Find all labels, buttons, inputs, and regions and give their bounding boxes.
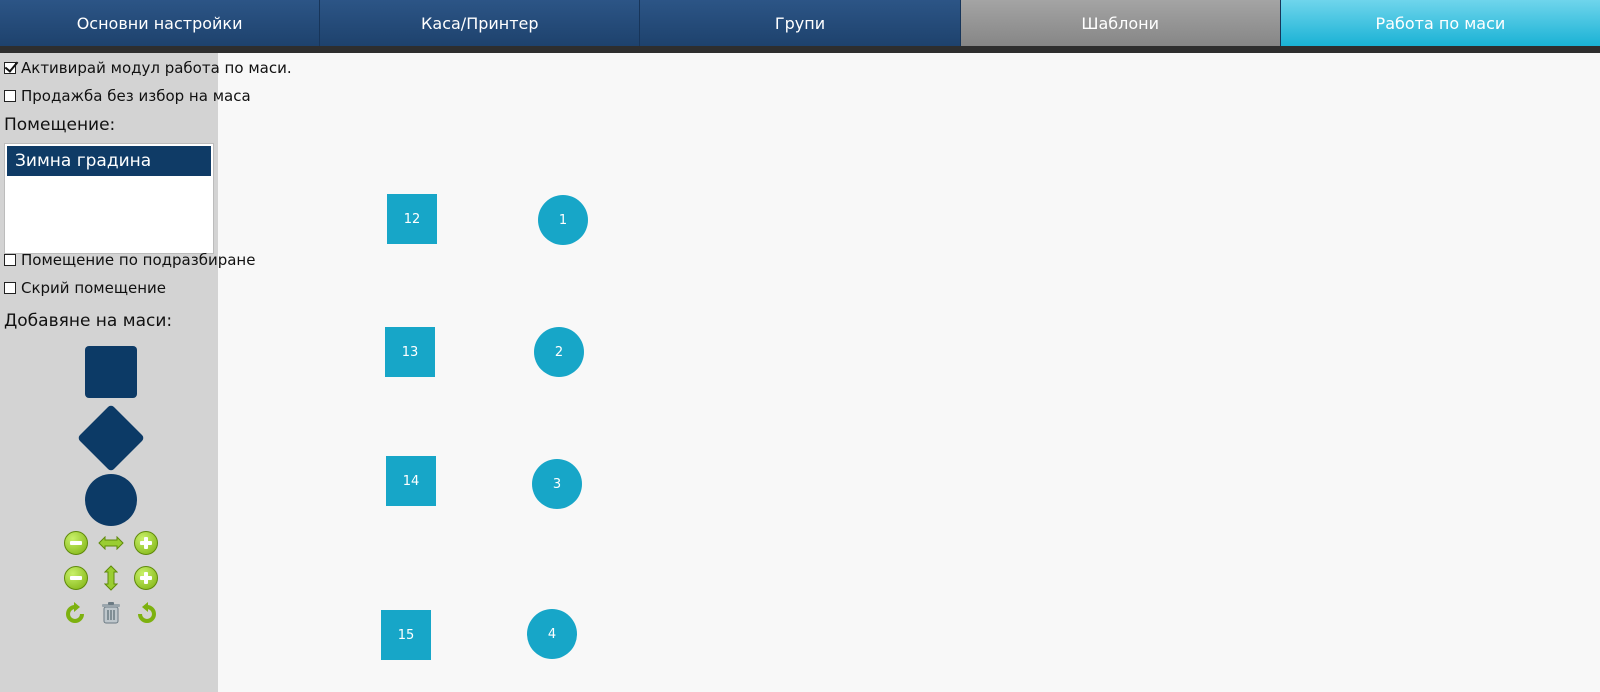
room-listbox[interactable]: Зимна градина: [4, 143, 214, 254]
checkbox-empty-icon[interactable]: [4, 254, 16, 266]
horizontal-resize-icon: [98, 530, 124, 556]
add-round-table-shape[interactable]: [85, 474, 137, 526]
table-square-12[interactable]: 12: [387, 194, 437, 244]
room-floor-canvas[interactable]: 12 13 14 15 1 2 3 4: [218, 53, 1600, 692]
table-square-13[interactable]: 13: [385, 327, 435, 377]
hide-room-label: Скрий помещение: [21, 279, 166, 297]
room-label: Помещение:: [4, 115, 116, 135]
table-round-2[interactable]: 2: [534, 327, 584, 377]
tab-table-work[interactable]: Работа по маси: [1280, 0, 1600, 46]
room-list-item-selected[interactable]: Зимна градина: [7, 146, 211, 176]
rotate-right-button[interactable]: [133, 600, 159, 626]
rotate-left-icon: [66, 602, 84, 623]
plus-icon: [134, 566, 158, 590]
trash-icon: [102, 602, 120, 624]
checkbox-empty-icon[interactable]: [4, 90, 16, 102]
tab-templates[interactable]: Шаблони: [960, 0, 1281, 46]
add-tables-label: Добавяне на маси:: [4, 311, 173, 331]
table-round-4[interactable]: 4: [527, 609, 577, 659]
vertical-resize-icon: [98, 565, 124, 591]
increase-width-button[interactable]: [133, 530, 159, 556]
minus-icon: [64, 531, 88, 555]
decrease-height-button[interactable]: [63, 565, 89, 591]
sale-without-table-checkbox[interactable]: Продажба без избор на маса: [4, 86, 251, 106]
rotate-right-icon: [138, 602, 156, 623]
add-square-table-shape[interactable]: [85, 346, 137, 398]
table-square-14[interactable]: 14: [386, 456, 436, 506]
checkbox-checked-icon[interactable]: [4, 62, 16, 74]
tab-basic-settings[interactable]: Основни настройки: [0, 0, 321, 46]
increase-height-button[interactable]: [133, 565, 159, 591]
hide-room-checkbox[interactable]: Скрий помещение: [4, 278, 166, 298]
delete-table-button[interactable]: [98, 600, 124, 626]
tab-underline: [0, 46, 1600, 53]
table-round-3[interactable]: 3: [532, 459, 582, 509]
table-square-15[interactable]: 15: [381, 610, 431, 660]
tab-groups[interactable]: Групи: [640, 0, 961, 46]
decrease-width-button[interactable]: [63, 530, 89, 556]
tab-cash-printer[interactable]: Каса/Принтер: [320, 0, 641, 46]
top-tab-bar: Основни настройки Каса/Принтер Групи Шаб…: [0, 0, 1600, 46]
sale-without-table-label: Продажба без избор на маса: [21, 87, 251, 105]
minus-icon: [64, 566, 88, 590]
rotate-left-button[interactable]: [63, 600, 89, 626]
plus-icon: [134, 531, 158, 555]
checkbox-empty-icon[interactable]: [4, 282, 16, 294]
table-round-1[interactable]: 1: [538, 195, 588, 245]
